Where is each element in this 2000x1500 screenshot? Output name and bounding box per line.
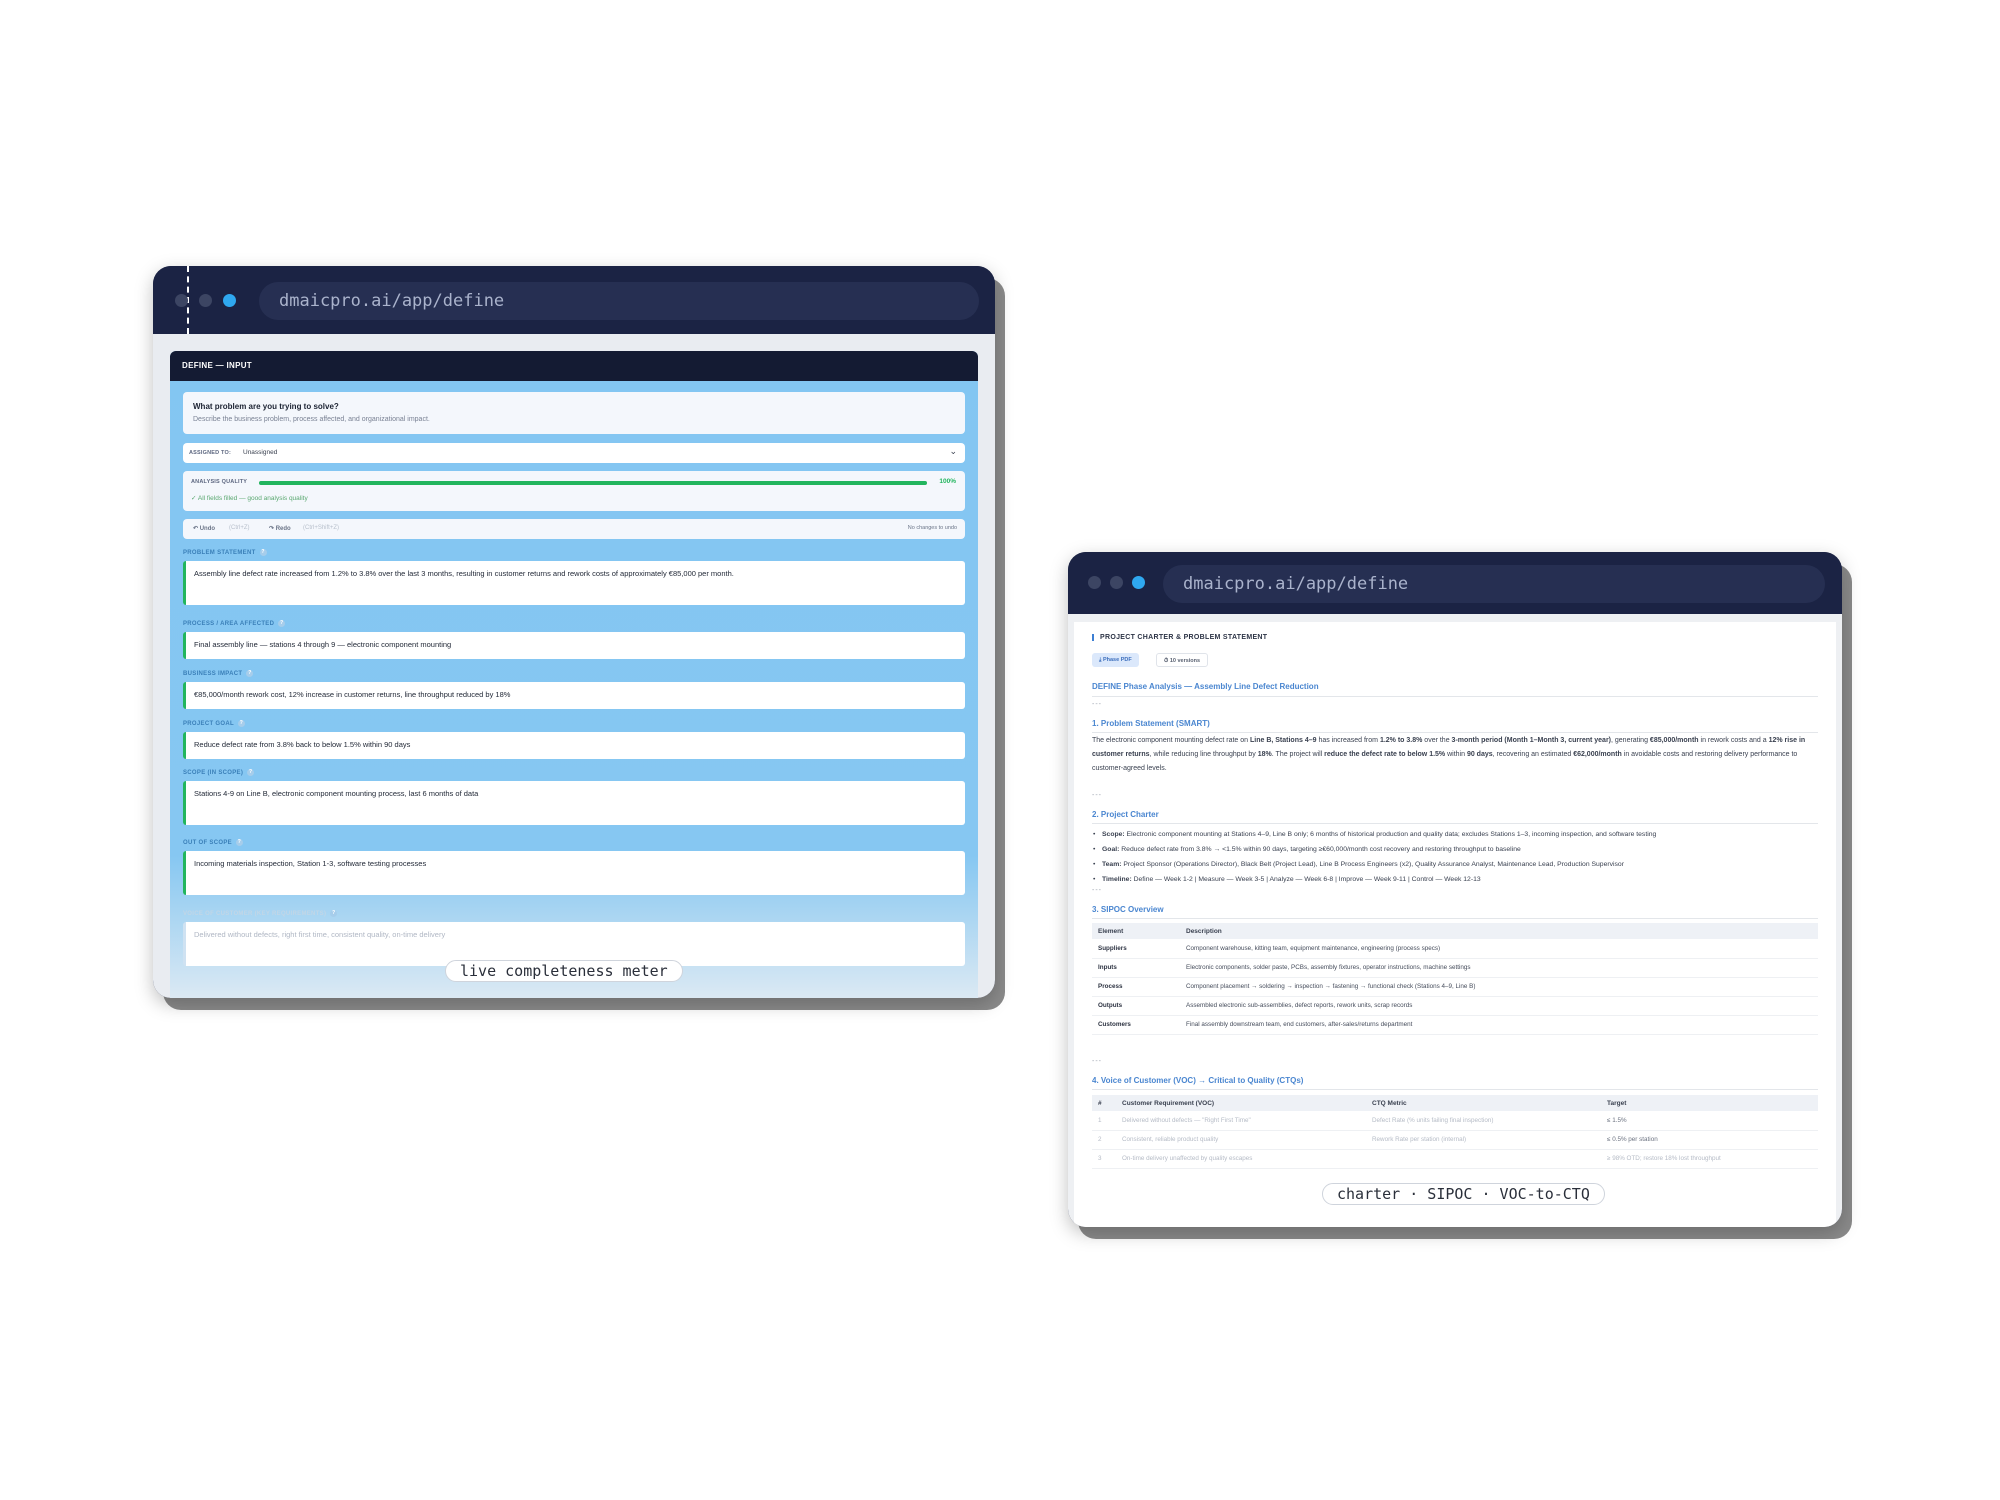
help-icon[interactable]: ? <box>247 769 255 776</box>
separator: --- <box>1092 887 1102 894</box>
divider <box>1092 1089 1818 1090</box>
undo-status: No changes to undo <box>907 525 957 531</box>
separator: --- <box>1092 1058 1102 1065</box>
divider <box>1092 732 1818 733</box>
list-item: Timeline: Define — Week 1-2 | Measure — … <box>1092 872 1818 887</box>
table-row: Customers Final assembly downstream team,… <box>1092 1015 1818 1035</box>
define-input-window: dmaicpro.ai/app/define DEFINE — INPUT Wh… <box>153 266 995 998</box>
charter-output-window: dmaicpro.ai/app/define PROJECT CHARTER &… <box>1068 552 1842 1227</box>
help-icon[interactable]: ? <box>330 910 338 917</box>
url-bar[interactable]: dmaicpro.ai/app/define <box>259 282 979 320</box>
table-header: Description <box>1180 923 1818 939</box>
quality-progress-fill <box>259 481 927 485</box>
table-row: Suppliers Component warehouse, kitting te… <box>1092 939 1818 959</box>
scope-in-textarea[interactable]: Stations 4-9 on Line B, electronic compo… <box>183 781 965 825</box>
redo-hint: (Ctrl+Shift+Z) <box>303 525 340 531</box>
question-title: What problem are you trying to solve? <box>193 402 339 411</box>
assigned-select[interactable]: ASSIGNED TO: Unassigned ⌄ <box>183 443 965 463</box>
list-item: Goal: Reduce defect rate from 3.8% → <1.… <box>1092 842 1818 857</box>
table-header: CTQ Metric <box>1366 1095 1601 1111</box>
project-charter-heading: 2. Project Charter <box>1092 810 1159 819</box>
caption-label: live completeness meter <box>445 960 683 982</box>
out-of-scope-label: OUT OF SCOPE? <box>183 839 243 847</box>
scope-in-label: SCOPE (IN SCOPE)? <box>183 769 255 777</box>
window-maximize-dot[interactable] <box>223 294 236 307</box>
divider <box>1092 918 1818 919</box>
chevron-down-icon: ⌄ <box>949 446 957 456</box>
charter-list: Scope: Electronic component mounting at … <box>1092 827 1818 887</box>
table-row: Process Component placement → soldering →… <box>1092 977 1818 997</box>
question-subtitle: Describe the business problem, process a… <box>193 416 430 423</box>
divider <box>1092 696 1818 697</box>
help-icon[interactable]: ? <box>237 720 245 727</box>
undo-button[interactable]: ↶ Undo <box>193 525 215 532</box>
table-row: Outputs Assembled electronic sub-assembli… <box>1092 996 1818 1016</box>
page-viewport: PROJECT CHARTER & PROBLEM STATEMENT ⤓ Ph… <box>1068 614 1842 1227</box>
table-header: # <box>1092 1095 1116 1111</box>
page-viewport: DEFINE — INPUT What problem are you tryi… <box>153 334 995 998</box>
help-icon[interactable]: ? <box>259 549 267 556</box>
assigned-value: Unassigned <box>243 449 278 456</box>
problem-statement-paragraph: The electronic component mounting defect… <box>1092 737 1806 772</box>
project-goal-label: PROJECT GOAL? <box>183 720 245 728</box>
phase-pdf-button[interactable]: ⤓ Phase PDF <box>1092 653 1139 667</box>
business-impact-input[interactable]: €85,000/month rework cost, 12% increase … <box>183 682 965 709</box>
quality-status: ✓ All fields filled — good analysis qual… <box>191 495 308 502</box>
analysis-heading: DEFINE Phase Analysis — Assembly Line De… <box>1092 682 1319 691</box>
quality-progress-track <box>259 481 927 485</box>
undo-hint: (Ctrl+Z) <box>229 525 250 531</box>
window-close-dot[interactable] <box>175 294 188 307</box>
help-icon[interactable]: ? <box>246 670 254 677</box>
table-header: Customer Requirement (VOC) <box>1116 1095 1366 1111</box>
problem-statement-label: PROBLEM STATEMENT? <box>183 549 267 557</box>
browser-titlebar: dmaicpro.ai/app/define <box>153 266 995 334</box>
charter-document: PROJECT CHARTER & PROBLEM STATEMENT ⤓ Ph… <box>1074 622 1836 1227</box>
versions-button[interactable]: ⏱ 10 versions <box>1156 653 1209 667</box>
table-header: Element <box>1092 923 1180 939</box>
table-header: Target <box>1601 1095 1818 1111</box>
redo-button[interactable]: ↷ Redo <box>269 525 291 532</box>
table-row: 2 Consistent, reliable product quality Rew… <box>1092 1130 1818 1150</box>
business-impact-label: BUSINESS IMPACT? <box>183 670 254 678</box>
separator: --- <box>1092 701 1102 708</box>
list-item: Scope: Electronic component mounting at … <box>1092 827 1818 842</box>
panel-title: DEFINE — INPUT <box>170 351 978 381</box>
define-input-panel: DEFINE — INPUT What problem are you tryi… <box>170 351 978 998</box>
assigned-label: ASSIGNED TO: <box>189 450 232 456</box>
table-row: Inputs Electronic components, solder past… <box>1092 958 1818 978</box>
help-icon[interactable]: ? <box>278 620 286 627</box>
divider <box>1092 823 1818 824</box>
problem-statement-heading: 1. Problem Statement (SMART) <box>1092 719 1210 728</box>
project-goal-input[interactable]: Reduce defect rate from 3.8% back to bel… <box>183 732 965 759</box>
process-area-label: PROCESS / AREA AFFECTED? <box>183 620 286 628</box>
quality-label: ANALYSIS QUALITY <box>191 479 248 485</box>
window-maximize-dot[interactable] <box>1132 576 1145 589</box>
separator: --- <box>1092 792 1102 799</box>
voc-ctq-heading: 4. Voice of Customer (VOC) → Critical to… <box>1092 1076 1304 1085</box>
caption-label: charter · SIPOC · VOC-to-CTQ <box>1322 1183 1605 1205</box>
table-row: 1 Delivered without defects — "Right Firs… <box>1092 1111 1818 1131</box>
quality-percent: 100% <box>939 478 956 485</box>
voc-label: VOICE OF CUSTOMER (KEY REQUIREMENTS)? <box>183 910 338 918</box>
table-row: 3 On-time delivery unaffected by quality … <box>1092 1149 1818 1169</box>
out-of-scope-textarea[interactable]: Incoming materials inspection, Station 1… <box>183 851 965 895</box>
doc-title: PROJECT CHARTER & PROBLEM STATEMENT <box>1092 634 1267 641</box>
browser-titlebar: dmaicpro.ai/app/define <box>1068 552 1842 614</box>
window-minimize-dot[interactable] <box>199 294 212 307</box>
process-area-input[interactable]: Final assembly line — stations 4 through… <box>183 632 965 659</box>
undo-redo-bar: ↶ Undo (Ctrl+Z) ↷ Redo (Ctrl+Shift+Z) No… <box>183 519 965 539</box>
analysis-quality-card: ANALYSIS QUALITY 100% ✓ All fields fille… <box>183 471 965 511</box>
sipoc-table: Element Description Suppliers Component wa… <box>1092 923 1818 1035</box>
problem-statement-textarea[interactable]: Assembly line defect rate increased from… <box>183 561 965 605</box>
help-icon[interactable]: ? <box>235 839 243 846</box>
url-bar[interactable]: dmaicpro.ai/app/define <box>1163 565 1825 603</box>
voc-ctq-table: # Customer Requirement (VOC) CTQ Metric Tar… <box>1092 1095 1818 1169</box>
sipoc-heading: 3. SIPOC Overview <box>1092 905 1164 914</box>
list-item: Team: Project Sponsor (Operations Direct… <box>1092 857 1818 872</box>
window-minimize-dot[interactable] <box>1110 576 1123 589</box>
window-close-dot[interactable] <box>1088 576 1101 589</box>
question-card: What problem are you trying to solve? De… <box>183 392 965 434</box>
